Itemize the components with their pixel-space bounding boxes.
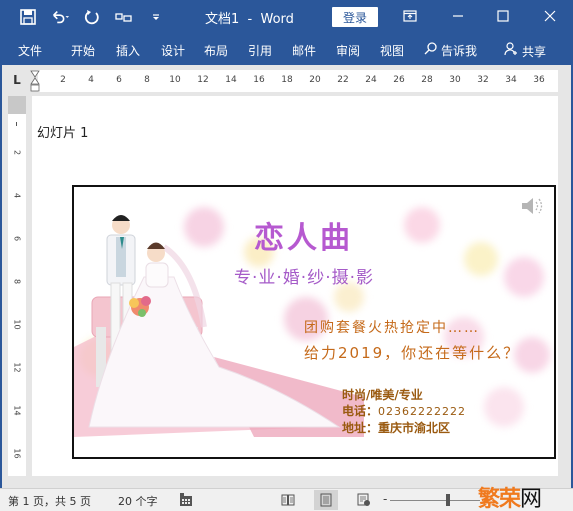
ruler-number: 20 — [309, 75, 321, 85]
customize-qat-icon[interactable] — [146, 7, 166, 27]
undo-icon[interactable] — [50, 7, 70, 27]
document-workspace: L 2 4 6 8 10 12 14 16 18 20 22 24 26 28 … — [0, 65, 573, 488]
tab-layout[interactable]: 布局 — [204, 42, 228, 59]
title-bar: 文档1 - Word 登录 — [0, 0, 573, 34]
tell-me-label: 告诉我 — [441, 44, 478, 58]
ruler-number: 4 — [88, 75, 94, 85]
embedded-slide[interactable]: 恋人曲 专·业·婚·纱·摄·影 团购套餐火热抢定中…… 给力2019，你还在等什… — [72, 185, 556, 459]
ruler-number: 2 — [12, 149, 22, 156]
ruler-number: 14 — [12, 405, 22, 416]
ruler-number: 12 — [197, 75, 209, 85]
ruler-number: 4 — [12, 192, 22, 199]
address-label: 地址： — [342, 421, 379, 435]
share-person-icon — [504, 42, 518, 59]
redo-icon[interactable] — [82, 7, 102, 27]
ruler-number: 16 — [12, 448, 22, 459]
close-icon[interactable] — [535, 4, 565, 28]
ruler-number: 30 — [449, 75, 461, 85]
ruler-number: 8 — [12, 278, 22, 285]
page-info[interactable]: 第 1 页，共 5 页 — [8, 493, 91, 509]
bokeh-decoration — [504, 257, 544, 297]
tab-view[interactable]: 视图 — [380, 42, 404, 59]
word-window: 文档1 - Word 登录 文件 开始 插入 设计 布局 引用 邮件 审阅 视图… — [0, 0, 573, 511]
ruler-number: 10 — [169, 75, 181, 85]
read-mode-icon[interactable] — [276, 490, 300, 510]
bokeh-decoration — [404, 207, 440, 243]
slide-subtitle: 专·业·婚·纱·摄·影 — [234, 268, 375, 288]
tab-file[interactable]: 文件 — [18, 42, 42, 59]
ruler-margin — [8, 96, 26, 114]
zoom-slider[interactable] — [390, 500, 480, 501]
ribbon-display-options-icon[interactable] — [395, 4, 425, 28]
ribbon-tabs: 文件 开始 插入 设计 布局 引用 邮件 审阅 视图 告诉我 共享 — [0, 34, 573, 65]
ruler-number: 6 — [116, 75, 122, 85]
save-icon[interactable] — [18, 7, 38, 27]
ruler-number: 18 — [281, 75, 293, 85]
tab-design[interactable]: 设计 — [161, 42, 185, 59]
watermark-text: 网 — [520, 487, 542, 511]
phone-row: 电话：02362222222 — [342, 403, 466, 420]
document-page[interactable]: 幻灯片 1 恋人曲 专·业·婚·纱·摄·影 团购套餐火热抢定中…… 给力2019… — [32, 96, 558, 476]
window-title: 文档1 - Word — [205, 12, 294, 27]
login-button[interactable]: 登录 — [332, 7, 378, 27]
ruler-number: 16 — [253, 75, 265, 85]
phone-label: 电话： — [342, 404, 379, 418]
status-bar: 第 1 页，共 5 页 20 个字 - 繁荣网 — [0, 487, 573, 511]
tab-review[interactable]: 审阅 — [336, 42, 360, 59]
ruler-number: 10 — [12, 319, 22, 330]
promo-line-2: 给力2019，你还在等什么？ — [304, 344, 521, 362]
share-button[interactable]: 共享 — [504, 42, 546, 60]
quick-access-toolbar — [18, 7, 166, 27]
ruler-number: 24 — [365, 75, 377, 85]
ruler-number: 26 — [393, 75, 405, 85]
ruler-tick — [16, 122, 17, 126]
print-layout-icon[interactable] — [314, 490, 338, 510]
ruler-number: 12 — [12, 362, 22, 373]
tab-references[interactable]: 引用 — [248, 42, 272, 59]
address-value: 重庆市渝北区 — [378, 421, 451, 435]
bokeh-decoration — [464, 242, 498, 276]
ruler-number: 8 — [144, 75, 150, 85]
maximize-icon[interactable] — [488, 4, 518, 28]
ruler-number: 2 — [60, 75, 66, 85]
address-row: 地址：重庆市渝北区 — [342, 420, 466, 436]
slide-title: 恋人曲 — [254, 221, 353, 256]
speaker-icon[interactable] — [520, 195, 544, 217]
vertical-ruler[interactable]: 2 4 6 8 10 12 14 16 — [8, 96, 26, 476]
ruler-number: 36 — [533, 75, 545, 85]
ruler-number: 34 — [505, 75, 517, 85]
search-icon — [424, 42, 437, 58]
tell-me-button[interactable]: 告诉我 — [424, 42, 477, 59]
ruler-number: 22 — [337, 75, 349, 85]
watermark: 繁荣网 — [478, 481, 542, 511]
phone-value: 02362222222 — [378, 405, 466, 418]
minimize-icon[interactable] — [443, 4, 473, 28]
contact-info: 时尚/唯美/专业 电话：02362222222 地址：重庆市渝北区 — [342, 387, 466, 436]
watermark-text: 繁荣 — [478, 487, 521, 511]
promo-line-1: 团购套餐火热抢定中…… — [304, 320, 480, 336]
tab-insert[interactable]: 插入 — [116, 42, 140, 59]
ruler-number: 28 — [421, 75, 433, 85]
slide-label: 幻灯片 1 — [37, 126, 89, 141]
zoom-slider-thumb[interactable] — [445, 494, 450, 506]
ruler-number: 32 — [477, 75, 489, 85]
bokeh-decoration — [484, 387, 524, 427]
macro-record-icon[interactable] — [174, 490, 198, 510]
tab-selector[interactable]: L — [7, 73, 27, 93]
share-label: 共享 — [522, 45, 547, 59]
ruler-number: 6 — [12, 235, 22, 242]
ruler-number: 14 — [225, 75, 237, 85]
web-layout-icon[interactable] — [352, 490, 376, 510]
tab-mailings[interactable]: 邮件 — [292, 42, 316, 59]
word-count[interactable]: 20 个字 — [118, 493, 158, 509]
horizontal-ruler[interactable]: 2 4 6 8 10 12 14 16 18 20 22 24 26 28 30… — [32, 70, 558, 92]
zoom-out-button[interactable]: - — [383, 492, 387, 506]
tagline: 时尚/唯美/专业 — [342, 388, 423, 402]
touch-mode-icon[interactable] — [114, 7, 134, 27]
tab-home[interactable]: 开始 — [71, 42, 95, 59]
